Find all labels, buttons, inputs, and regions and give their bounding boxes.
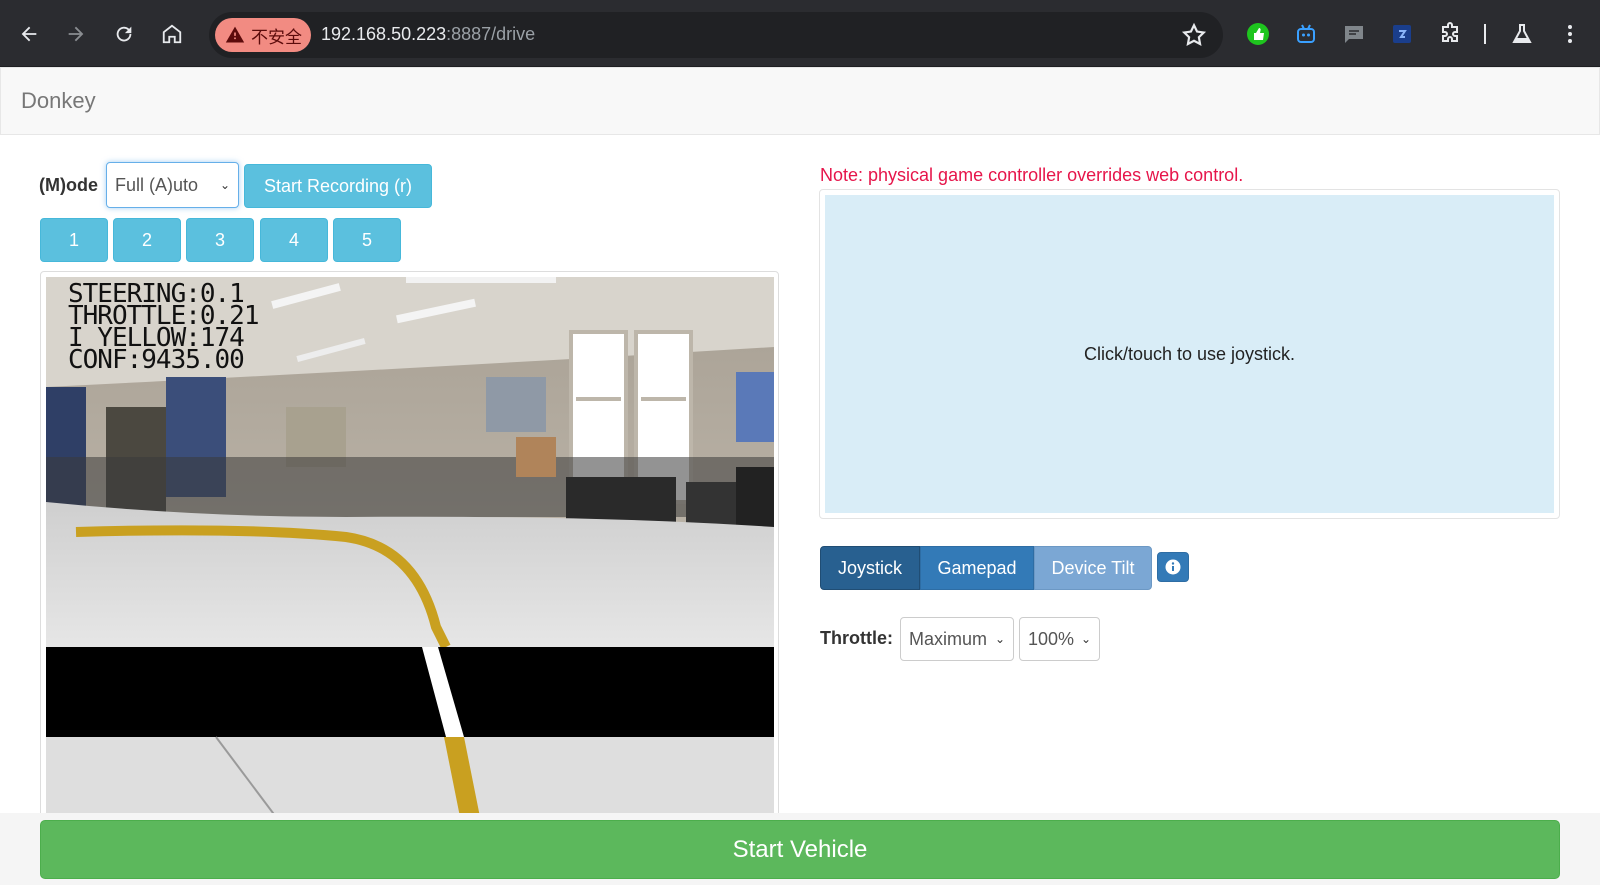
info-button[interactable] [1157, 552, 1189, 582]
brand-title[interactable]: Donkey [21, 88, 96, 114]
chat-extension-icon[interactable] [1340, 20, 1368, 48]
throttle-percent-value: 100% [1028, 628, 1075, 649]
more-vert-icon[interactable] [1556, 20, 1584, 48]
joystick-hint: Click/touch to use joystick. [1083, 343, 1296, 364]
telemetry-overlay: STEERING:0.1 THROTTLE:0.21 I YELLOW:174 … [68, 281, 259, 375]
toolbar-divider [1484, 24, 1486, 44]
joystick-well: Click/touch to use joystick. [819, 189, 1560, 519]
preset-button-4[interactable]: 4 [260, 218, 328, 262]
thumbs-up-extension-icon[interactable] [1244, 20, 1272, 48]
url-text[interactable]: 192.168.50.223:8887/drive [321, 24, 535, 45]
tab-device-tilt[interactable]: Device Tilt [1034, 546, 1152, 590]
control-mode-group: Joystick Gamepad Device Tilt [820, 546, 1152, 590]
confidence-readout: CONF:9435.00 [68, 345, 245, 375]
camera-feed-frame: STEERING:0.1 THROTTLE:0.21 I YELLOW:174 … [40, 271, 779, 831]
mode-selected-value: Full (A)uto [115, 174, 199, 195]
start-recording-button[interactable]: Start Recording (r) [244, 164, 432, 208]
chevron-down-icon: ⌄ [994, 632, 1005, 646]
throttle-label: Throttle: [820, 628, 893, 648]
throttle-mode-value: Maximum [909, 628, 988, 649]
home-icon[interactable] [156, 18, 188, 50]
controller-note: Note: physical game controller overrides… [820, 165, 1244, 185]
labs-flask-icon[interactable] [1508, 20, 1536, 48]
url-host: 192.168.50.223 [321, 24, 447, 44]
browser-toolbar: 不安全 192.168.50.223:8887/drive [0, 0, 1600, 67]
bookmark-star-icon[interactable] [1181, 22, 1207, 48]
tab-joystick[interactable]: Joystick [820, 546, 920, 590]
page-footer: Start Vehicle [0, 813, 1600, 885]
forward-icon[interactable] [60, 18, 92, 50]
throttle-mode-select[interactable]: Maximum ⌄ [900, 617, 1014, 661]
preset-button-5[interactable]: 5 [333, 218, 401, 262]
warning-icon [225, 26, 245, 43]
translate-extension-icon[interactable] [1388, 20, 1416, 48]
address-bar[interactable]: 不安全 192.168.50.223:8887/drive [209, 12, 1223, 58]
chevron-down-icon: ⌄ [1080, 632, 1091, 646]
url-path: :8887/drive [446, 24, 536, 44]
back-icon[interactable] [13, 18, 45, 50]
preset-button-1[interactable]: 1 [40, 218, 108, 262]
mode-label: (M)ode [39, 175, 98, 195]
joystick-pad[interactable]: Click/touch to use joystick. [825, 195, 1554, 513]
mode-select[interactable]: Full (A)uto ⌄ [106, 162, 239, 208]
tab-gamepad[interactable]: Gamepad [920, 546, 1034, 590]
security-label: 不安全 [251, 27, 302, 47]
page-navbar: Donkey [0, 67, 1600, 135]
info-icon [1165, 559, 1181, 575]
start-vehicle-button[interactable]: Start Vehicle [40, 820, 1560, 879]
preset-button-3[interactable]: 3 [186, 218, 254, 262]
puzzle-extension-icon[interactable] [1436, 20, 1464, 48]
reload-icon[interactable] [108, 18, 140, 50]
preset-button-2[interactable]: 2 [113, 218, 181, 262]
throttle-percent-select[interactable]: 100% ⌄ [1019, 617, 1100, 661]
camera-feed-image: STEERING:0.1 THROTTLE:0.21 I YELLOW:174 … [46, 277, 774, 817]
robot-extension-icon[interactable] [1292, 20, 1320, 48]
not-secure-badge[interactable]: 不安全 [215, 18, 311, 52]
chevron-down-icon: ⌄ [219, 178, 230, 192]
